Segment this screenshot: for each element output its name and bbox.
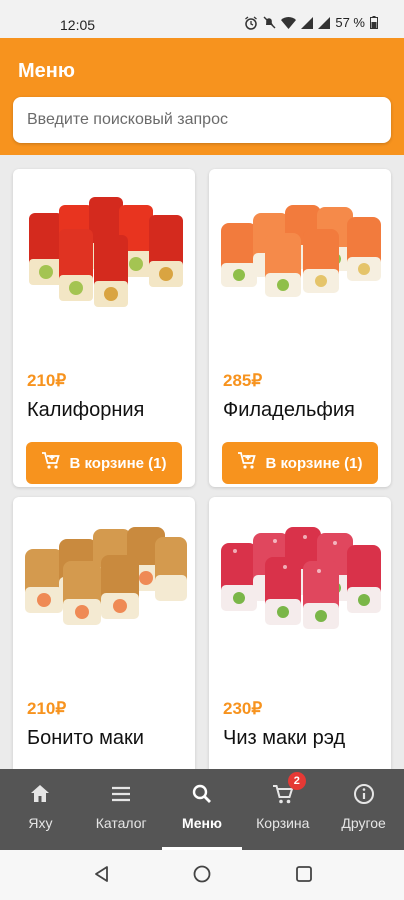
back-icon[interactable] — [92, 864, 112, 889]
info-icon — [353, 781, 375, 807]
in-cart-label: В корзине (1) — [69, 454, 167, 472]
product-price: 285₽ — [223, 371, 263, 390]
nav-label: Каталог — [95, 815, 147, 831]
nav-item-home[interactable]: Яху — [0, 769, 81, 850]
mute-icon — [263, 16, 276, 29]
nav-item-catalog[interactable]: Каталог — [81, 769, 162, 850]
nav-label: Другое — [341, 815, 386, 831]
wifi-icon — [281, 16, 297, 29]
product-card[interactable]: 230₽ Чиз маки рэд — [209, 497, 391, 769]
product-name: Бонито маки — [27, 727, 144, 749]
product-card[interactable]: 210₽ Калифорния В корзине (1) — [13, 169, 195, 487]
signal-icon — [301, 16, 314, 29]
battery-percent: 57 % — [335, 15, 365, 30]
nav-item-other[interactable]: Другое — [323, 769, 404, 850]
system-nav-bar — [0, 850, 404, 900]
search-input[interactable] — [13, 97, 391, 143]
recents-icon[interactable] — [294, 864, 314, 889]
search-icon — [191, 781, 213, 807]
product-image — [221, 527, 381, 629]
product-price: 210₽ — [27, 371, 67, 390]
nav-item-cart[interactable]: 2 Корзина — [242, 769, 323, 850]
menu-icon — [110, 781, 132, 807]
status-bar: 12:05 57 % — [0, 0, 404, 38]
cart-add-icon — [41, 451, 61, 475]
home-icon — [29, 781, 51, 807]
product-grid: 210₽ Калифорния В корзине (1) 285₽ Филад… — [0, 155, 404, 769]
search-box[interactable] — [13, 97, 391, 143]
nav-label: Меню — [182, 815, 222, 831]
in-cart-button[interactable]: В корзине (1) — [222, 442, 378, 484]
bottom-nav: Яху Каталог Меню 2 Корзина Другое — [0, 769, 404, 850]
home-button-icon[interactable] — [192, 864, 212, 889]
product-name: Калифорния — [27, 399, 145, 421]
cart-add-icon — [237, 451, 257, 475]
product-card[interactable]: 285₽ Филадельфия В корзине (1) — [209, 169, 391, 487]
product-price: 230₽ — [223, 699, 263, 718]
product-card[interactable]: 210₽ Бонито маки — [13, 497, 195, 769]
product-image — [221, 205, 381, 297]
signal-icon — [318, 16, 331, 29]
cart-count-badge: 2 — [287, 772, 306, 790]
in-cart-button[interactable]: В корзине (1) — [26, 442, 182, 484]
product-image — [25, 527, 187, 625]
page-title: Меню — [18, 60, 75, 82]
status-icons: 57 % — [244, 15, 378, 30]
app-header: Меню — [0, 38, 404, 155]
status-time: 12:05 — [60, 17, 96, 33]
cart-icon: 2 — [272, 772, 306, 807]
product-price: 210₽ — [27, 699, 67, 718]
product-name: Филадельфия — [223, 399, 355, 421]
nav-label: Корзина — [256, 815, 310, 831]
battery-icon — [370, 16, 378, 29]
nav-label: Яху — [28, 815, 53, 831]
product-name: Чиз маки рэд — [223, 727, 346, 749]
product-image — [29, 197, 183, 307]
in-cart-label: В корзине (1) — [265, 454, 363, 472]
nav-item-menu[interactable]: Меню — [161, 769, 243, 850]
alarm-icon — [244, 15, 258, 30]
